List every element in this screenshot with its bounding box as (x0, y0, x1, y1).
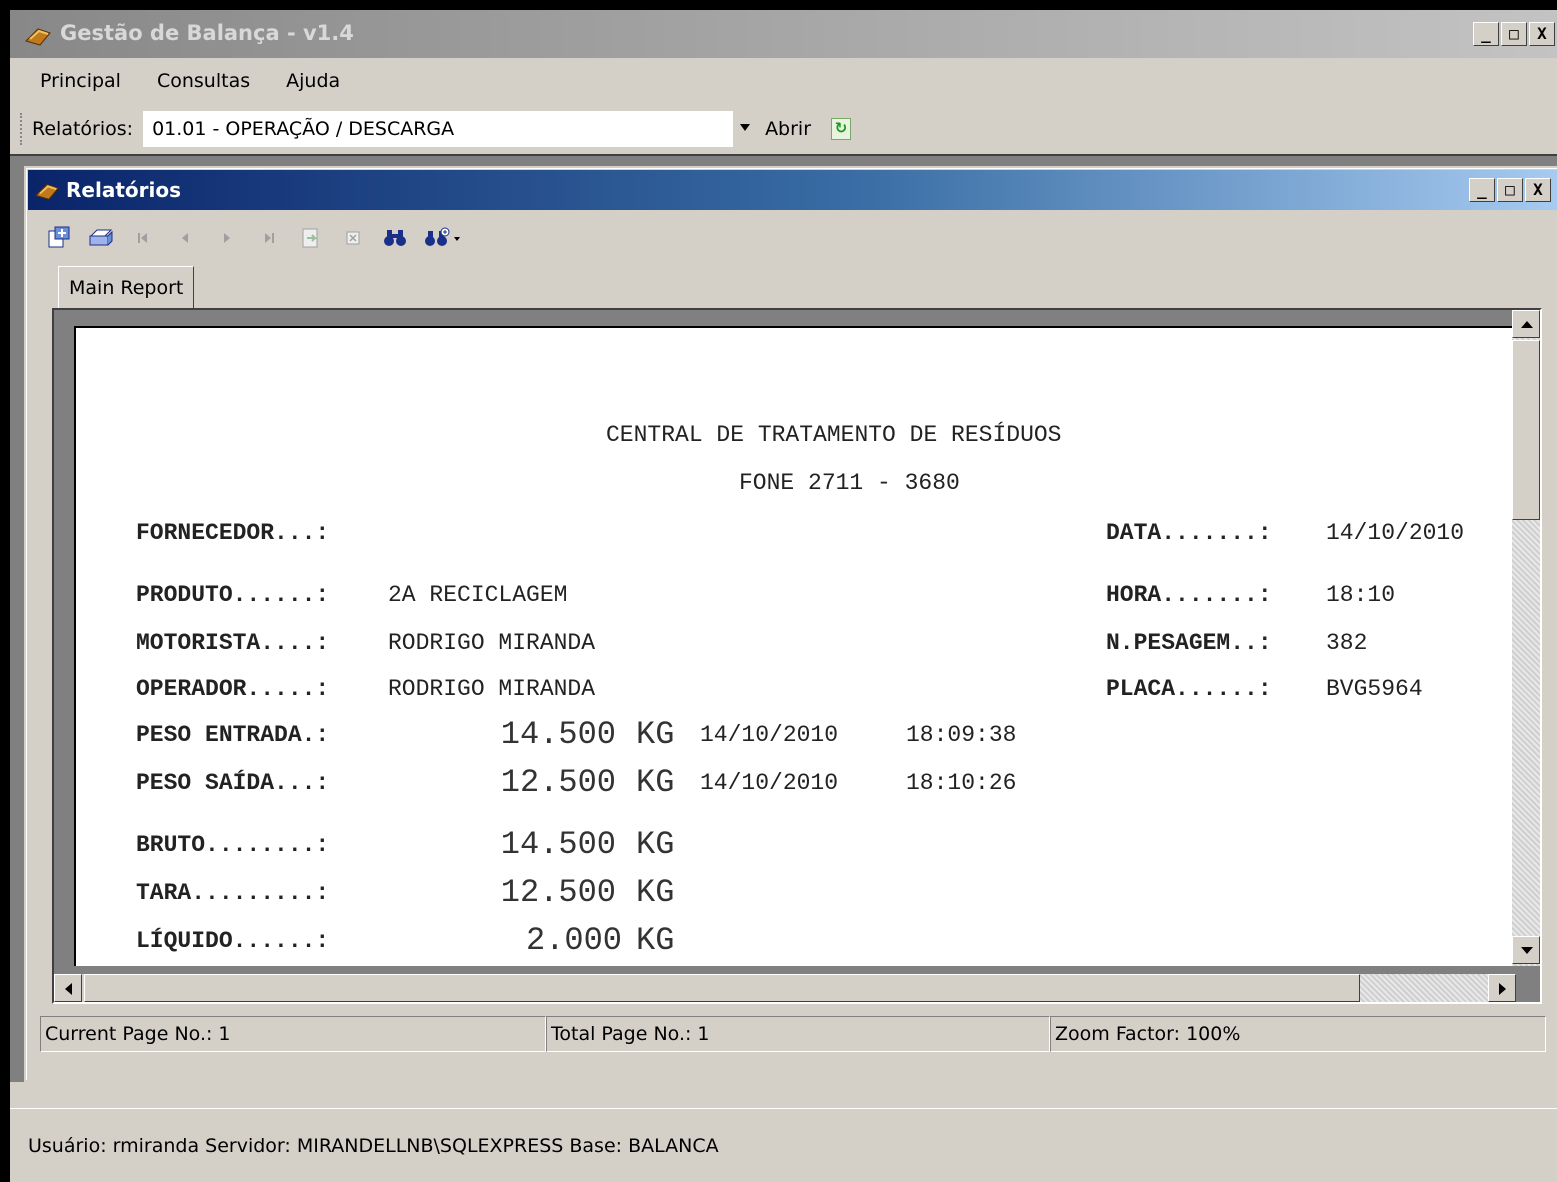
horizontal-scrollbar[interactable] (54, 974, 1516, 1002)
app-status-bar: Usuário: rmiranda Servidor: MIRANDELLNB\… (10, 1108, 1557, 1182)
data-value: 14/10/2010 (1326, 520, 1465, 546)
reports-maximize-button[interactable]: □ (1497, 178, 1523, 202)
window-title: Gestão de Balança - v1.4 (60, 21, 354, 45)
app-status-text: Usuário: rmiranda Servidor: MIRANDELLNB\… (28, 1134, 719, 1157)
pesagem-value: 382 (1326, 630, 1368, 656)
bruto-label: BRUTO........: (136, 832, 330, 858)
scroll-up-button[interactable] (1512, 310, 1540, 338)
report-view[interactable]: CENTRAL DE TRATAMENTO DE RESÍDUOS FONE 2… (52, 308, 1542, 1004)
scroll-left-button[interactable] (54, 974, 82, 1002)
placa-value: BVG5964 (1326, 676, 1423, 702)
refresh-icon[interactable]: ↻ (831, 118, 852, 140)
app-icon (24, 23, 54, 52)
liquido-unit: KG (636, 922, 675, 959)
hora-value: 18:10 (1326, 582, 1396, 608)
reports-window: Relatórios _ □ X Main Report CENTRAL DE … (24, 166, 1557, 1082)
reports-minimize-button[interactable]: _ (1469, 178, 1495, 202)
peso-entrada-time: 18:09:38 (906, 722, 1017, 748)
total-page-status: Total Page No.: 1 (546, 1016, 1050, 1052)
chevron-down-icon[interactable] (740, 124, 751, 131)
toolbar-grip[interactable] (20, 113, 26, 145)
tab-main-report[interactable]: Main Report (58, 266, 195, 308)
produto-value: 2A RECICLAGEM (388, 582, 568, 608)
close-button[interactable]: X (1529, 22, 1555, 46)
operador-value: RODRIGO MIRANDA (388, 676, 596, 702)
placa-label: PLACA......: (1106, 676, 1272, 702)
application-window: Gestão de Balança - v1.4 _ □ X Principal… (10, 10, 1557, 1182)
search-icon[interactable] (374, 221, 416, 255)
zoom-status: Zoom Factor: 100% (1050, 1016, 1546, 1052)
liquido-value: 2.000 (525, 922, 622, 959)
window-controls: _ □ X (1473, 22, 1555, 46)
motorista-label: MOTORISTA....: (136, 630, 330, 656)
export-icon[interactable] (38, 221, 80, 255)
peso-saida-unit: KG (636, 764, 675, 801)
reports-title-bar[interactable]: Relatórios _ □ X (28, 170, 1557, 210)
viewer-status-bar: Current Page No.: 1 Total Page No.: 1 Zo… (40, 1016, 1546, 1052)
current-page-status: Current Page No.: 1 (40, 1016, 546, 1052)
horizontal-scroll-thumb[interactable] (84, 974, 1360, 1002)
peso-entrada-value: 14.500 (500, 716, 616, 753)
bruto-unit: KG (636, 826, 675, 863)
menu-principal[interactable]: Principal (40, 70, 121, 92)
peso-entrada-unit: KG (636, 716, 675, 753)
peso-entrada-date: 14/10/2010 (700, 722, 839, 748)
peso-saida-value: 12.500 (500, 764, 616, 801)
peso-saida-time: 18:10:26 (906, 770, 1017, 796)
vertical-scrollbar[interactable] (1512, 310, 1540, 966)
peso-entrada-label: PESO ENTRADA.: (136, 722, 330, 748)
previous-page-icon[interactable] (164, 221, 206, 255)
motorista-value: RODRIGO MIRANDA (388, 630, 596, 656)
report-toolbar: Relatórios: 01.01 - OPERAÇÃO / DESCARGA … (10, 106, 1557, 152)
zoom-icon[interactable] (416, 221, 470, 255)
liquido-label: LÍQUIDO......: (136, 928, 330, 954)
reports-window-icon (34, 179, 62, 206)
report-dropdown[interactable]: 01.01 - OPERAÇÃO / DESCARGA (143, 111, 751, 147)
tara-unit: KG (636, 874, 675, 911)
produto-label: PRODUTO......: (136, 582, 330, 608)
open-button[interactable]: Abrir (765, 118, 811, 140)
horizontal-scroll-track[interactable] (1360, 974, 1488, 1002)
menu-ajuda[interactable]: Ajuda (286, 70, 340, 92)
mdi-area: Relatórios _ □ X Main Report CENTRAL DE … (10, 154, 1557, 1082)
first-page-icon[interactable] (122, 221, 164, 255)
report-dropdown-value: 01.01 - OPERAÇÃO / DESCARGA (152, 118, 455, 140)
tara-label: TARA.........: (136, 880, 330, 906)
scroll-right-button[interactable] (1488, 974, 1516, 1002)
vertical-scroll-thumb[interactable] (1512, 340, 1540, 520)
next-page-icon[interactable] (206, 221, 248, 255)
goto-page-icon[interactable] (290, 221, 332, 255)
report-label: Relatórios: (32, 118, 134, 140)
menu-consultas[interactable]: Consultas (157, 70, 250, 92)
close-view-icon[interactable] (332, 221, 374, 255)
peso-saida-date: 14/10/2010 (700, 770, 839, 796)
reports-close-button[interactable]: X (1525, 178, 1551, 202)
bruto-value: 14.500 (500, 826, 616, 863)
print-icon[interactable] (80, 221, 122, 255)
fornecedor-label: FORNECEDOR...: (136, 520, 330, 546)
operador-label: OPERADOR.....: (136, 676, 330, 702)
hora-label: HORA.......: (1106, 582, 1272, 608)
report-header-phone: FONE 2711 - 3680 (739, 470, 960, 496)
pesagem-label: N.PESAGEM..: (1106, 630, 1272, 656)
reports-window-controls: _ □ X (1469, 178, 1551, 202)
minimize-button[interactable]: _ (1473, 22, 1499, 46)
viewer-toolbar (38, 220, 470, 256)
scroll-down-button[interactable] (1512, 936, 1540, 964)
main-title-bar[interactable]: Gestão de Balança - v1.4 _ □ X (10, 10, 1557, 58)
report-page: CENTRAL DE TRATAMENTO DE RESÍDUOS FONE 2… (74, 326, 1514, 966)
report-header-title: CENTRAL DE TRATAMENTO DE RESÍDUOS (606, 422, 1062, 448)
tara-value: 12.500 (500, 874, 616, 911)
data-label: DATA.......: (1106, 520, 1272, 546)
last-page-icon[interactable] (248, 221, 290, 255)
peso-saida-label: PESO SAÍDA...: (136, 770, 330, 796)
reports-window-title: Relatórios (66, 178, 181, 202)
maximize-button[interactable]: □ (1501, 22, 1527, 46)
menu-bar: Principal Consultas Ajuda (10, 58, 1557, 104)
